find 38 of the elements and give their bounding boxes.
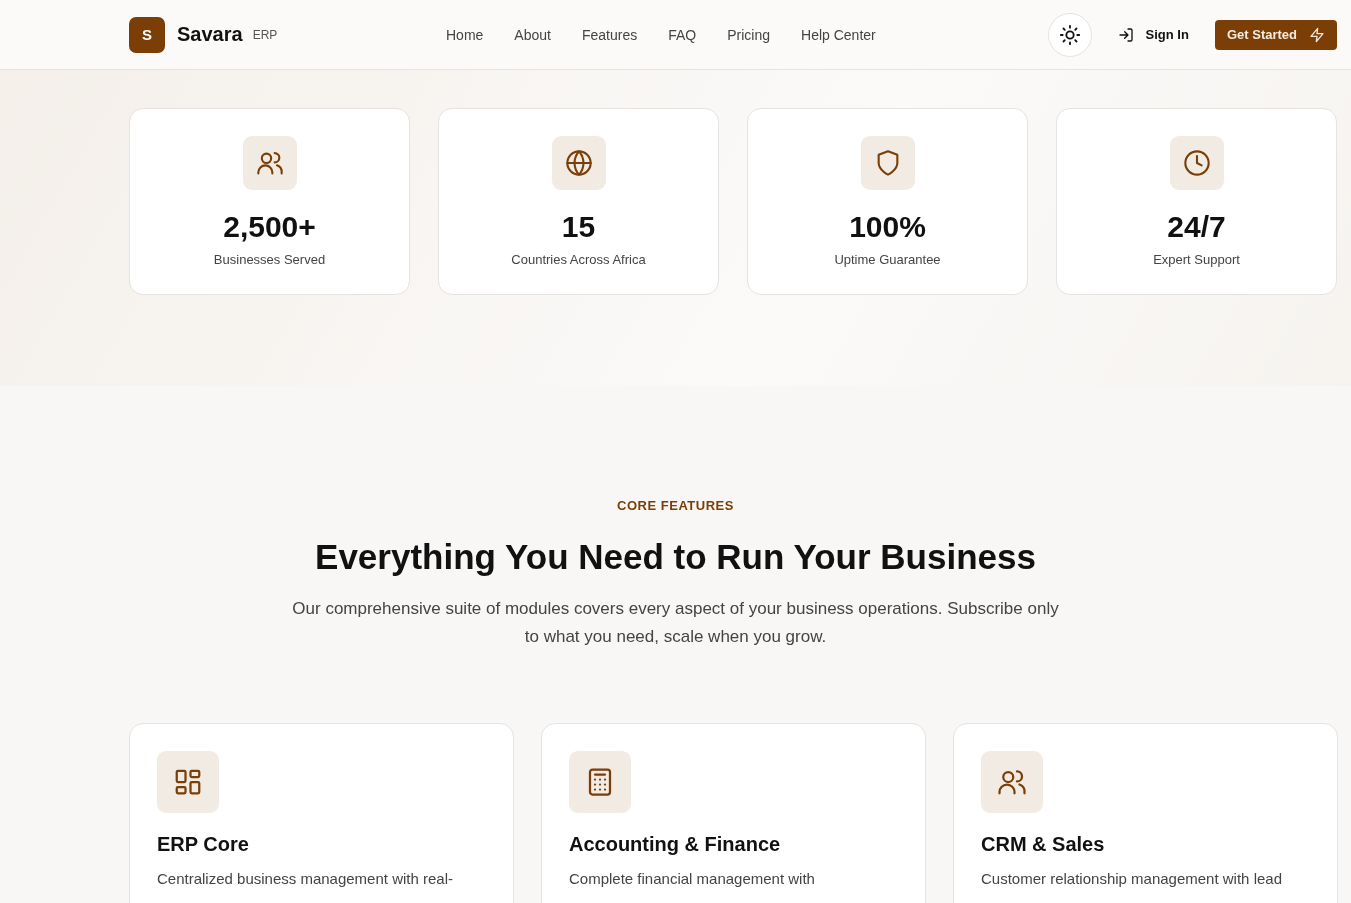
grid-icon <box>157 751 219 813</box>
nav-link[interactable]: Home <box>446 26 484 43</box>
users-icon <box>981 751 1043 813</box>
calculator-icon <box>569 751 631 813</box>
get-started-button[interactable]: Get Started <box>1214 19 1337 50</box>
brand-name: Savara <box>177 23 243 46</box>
sun-icon <box>1058 23 1081 46</box>
feature-title: Accounting & Finance <box>569 833 782 856</box>
nav-link[interactable]: Features <box>581 26 638 43</box>
stat-value: 15 <box>561 210 596 244</box>
section-title: Everything You Need to Run Your Business <box>315 537 1036 577</box>
nav-link[interactable]: Pricing <box>727 26 770 43</box>
logo-badge[interactable]: S <box>129 16 165 53</box>
sign-in-link[interactable]: Sign In <box>1117 26 1189 43</box>
feature-title: CRM & Sales <box>981 833 1106 856</box>
feature-description: Centralized business management with real- <box>157 870 454 887</box>
stat-label: Uptime Guarantee <box>834 252 941 267</box>
stat-value: 2,500+ <box>223 210 316 244</box>
stat-label: Countries Across Africa <box>511 252 646 267</box>
brand-tag: ERP <box>252 27 278 42</box>
stat-label: Expert Support <box>1153 252 1240 267</box>
globe-icon <box>551 136 606 190</box>
nav-link[interactable]: FAQ <box>668 26 697 43</box>
users-icon <box>242 136 297 190</box>
nav-link[interactable]: Help Center <box>801 26 876 43</box>
stat-value: 24/7 <box>1167 210 1226 244</box>
feature-description: Customer relationship management with lead <box>981 870 1283 887</box>
sign-in-icon <box>1117 26 1134 43</box>
clock-icon <box>1169 136 1224 190</box>
feature-title: ERP Core <box>157 833 250 856</box>
stat-value: 100% <box>849 210 926 244</box>
nav-link[interactable]: About <box>514 26 551 43</box>
lightning-icon <box>1309 26 1325 43</box>
stat-label: Businesses Served <box>213 252 326 267</box>
section-eyebrow: CORE FEATURES <box>617 498 734 513</box>
feature-description: Complete financial management with <box>569 870 816 887</box>
section-subtitle: Our comprehensive suite of modules covers every aspect of your business operations. Subscribe only to what you need, scale when you grow. <box>291 598 1060 648</box>
shield-icon <box>860 136 915 190</box>
